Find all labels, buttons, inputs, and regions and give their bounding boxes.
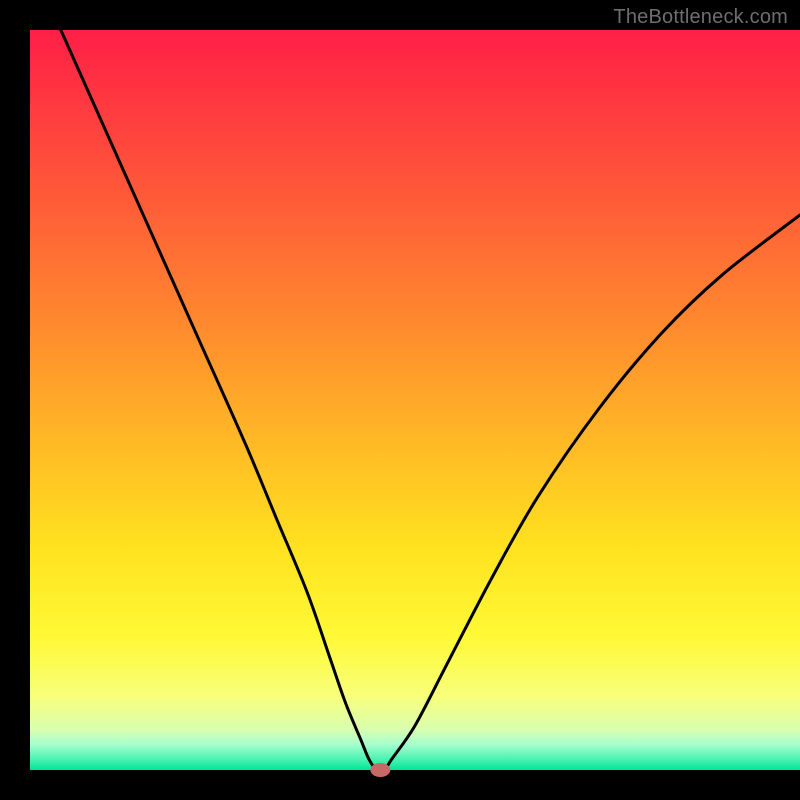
optimal-point-marker xyxy=(370,763,390,777)
bottleneck-chart: TheBottleneck.com xyxy=(0,0,800,800)
chart-svg xyxy=(0,0,800,800)
watermark-label: TheBottleneck.com xyxy=(613,6,788,29)
plot-area xyxy=(30,30,800,770)
